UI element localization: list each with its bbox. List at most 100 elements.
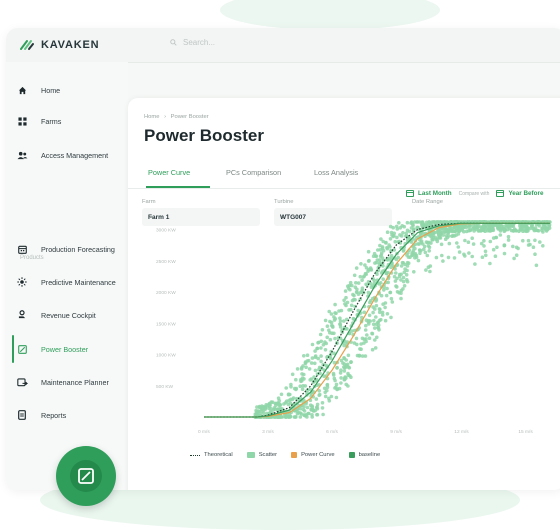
date-range-picker[interactable]: Last Month Compare with Year Before — [406, 190, 543, 197]
compare-with-label: Compare with — [458, 190, 490, 197]
sun-icon — [16, 276, 28, 288]
search-bar[interactable]: Search... — [170, 38, 215, 47]
scatter-point — [303, 384, 308, 388]
scatter-point — [373, 338, 377, 342]
legend-theoretical[interactable]: Theoretical — [190, 452, 233, 458]
scatter-point — [300, 379, 304, 383]
calendar-icon — [406, 190, 414, 197]
scatter-point — [352, 297, 356, 302]
x-tick-label: 12 m/s — [454, 429, 469, 435]
scatter-point — [274, 401, 279, 406]
scatter-point — [354, 336, 359, 341]
scatter-point — [300, 387, 305, 391]
search-input[interactable]: Search... — [183, 38, 215, 47]
scatter-point — [440, 253, 444, 258]
scatter-point — [502, 251, 507, 256]
scatter-point — [405, 264, 410, 268]
scatter-point — [378, 243, 382, 248]
scatter-point — [343, 302, 347, 306]
scatter-point — [335, 387, 340, 391]
sidebar-item-farms[interactable]: Farms — [16, 115, 128, 127]
scatter-point — [304, 365, 308, 369]
scatter-point — [395, 227, 400, 231]
scatter-point — [368, 266, 373, 270]
breadcrumb-home[interactable]: Home — [144, 114, 159, 120]
x-tick-label: 15 m/s — [518, 429, 533, 435]
scatter-point — [473, 262, 477, 266]
scatter-point — [470, 254, 475, 259]
scatter-point — [396, 255, 400, 260]
scatter-point — [514, 229, 518, 233]
scatter-point — [488, 239, 493, 244]
sidebar-item-predictive-maintenance[interactable]: Predictive Maintenance — [16, 276, 128, 288]
scatter-point — [530, 223, 534, 228]
legend-label: Scatter — [258, 452, 278, 458]
scatter-point — [381, 239, 385, 244]
scatter-point — [328, 337, 333, 342]
power-curve-chart: 3000 KW 2500 KW 2000 KW 1500 KW 1000 KW 500 K… — [156, 220, 552, 435]
scatter-point — [412, 270, 416, 274]
scatter-point — [388, 290, 393, 295]
legend-scatter[interactable]: Scatter — [246, 452, 278, 458]
legend-baseline[interactable]: baseline — [348, 452, 381, 458]
scatter-point — [333, 336, 337, 341]
scatter-point — [364, 323, 368, 328]
scatter-point — [283, 415, 288, 419]
scatter-point — [481, 224, 485, 229]
sidebar-item-maintenance-planner[interactable]: Maintenance Planner — [16, 376, 128, 388]
scatter-point — [464, 225, 468, 230]
scatter-point — [333, 311, 337, 315]
x-tick-label: 3 m/s — [262, 429, 274, 435]
scatter-point — [512, 256, 516, 261]
scatter-point — [451, 233, 455, 238]
tab-power-curve[interactable]: Power Curve — [148, 168, 190, 177]
scatter-point — [278, 402, 282, 407]
scatter-point — [438, 233, 443, 237]
legend-swatch — [291, 452, 298, 458]
scatter-point — [309, 361, 314, 365]
legend-label: baseline — [358, 452, 381, 458]
scatter-point — [319, 339, 324, 344]
scatter-point — [307, 367, 312, 371]
scatter-point — [384, 293, 389, 298]
scatter-point — [399, 272, 403, 277]
scatter-point — [367, 336, 372, 340]
tab-pcs-comparison[interactable]: PCs Comparison — [226, 168, 281, 177]
sidebar-item-revenue-cockpit[interactable]: Revenue Cockpit — [16, 309, 128, 321]
scatter-point — [383, 318, 388, 323]
scatter-point — [393, 239, 397, 244]
sidebar-item-access-management[interactable]: Access Management — [16, 149, 128, 161]
compare-value[interactable]: Year Before — [508, 190, 543, 197]
legend-power-curve[interactable]: Power Curve — [291, 452, 335, 458]
sidebar-item-home[interactable]: Home — [16, 84, 128, 96]
scatter-point — [511, 224, 516, 229]
scatter-point — [310, 415, 314, 419]
scatter-point — [371, 310, 375, 315]
sidebar-item-reports[interactable]: Reports — [16, 409, 128, 421]
scatter-point — [339, 381, 343, 385]
scatter-point — [389, 253, 394, 258]
scatter-point — [301, 407, 305, 412]
scatter-point — [514, 253, 519, 257]
scatter-point — [352, 341, 357, 345]
scatter-point — [444, 227, 449, 231]
scatter-point — [360, 286, 365, 290]
scatter-point — [348, 374, 352, 378]
sidebar-item-production-forecasting[interactable]: Production Forecasting — [16, 243, 128, 255]
scatter-point — [316, 356, 320, 361]
scatter-point — [376, 248, 380, 252]
scatter-point — [303, 414, 308, 418]
scatter-point — [284, 386, 288, 390]
power-booster-fab[interactable] — [56, 446, 116, 506]
sidebar-item-power-booster[interactable]: Power Booster — [16, 343, 128, 355]
scatter-point — [484, 253, 488, 258]
scatter-point — [405, 279, 410, 284]
scatter-point — [366, 318, 371, 323]
tab-loss-analysis[interactable]: Loss Analysis — [314, 168, 358, 177]
scatter-point — [404, 231, 409, 236]
logo[interactable]: KAVAKEN — [20, 39, 99, 51]
scatter-point — [439, 242, 444, 247]
scatter-point — [342, 356, 347, 361]
scatter-point — [382, 288, 386, 292]
date-range-value[interactable]: Last Month — [418, 190, 452, 197]
